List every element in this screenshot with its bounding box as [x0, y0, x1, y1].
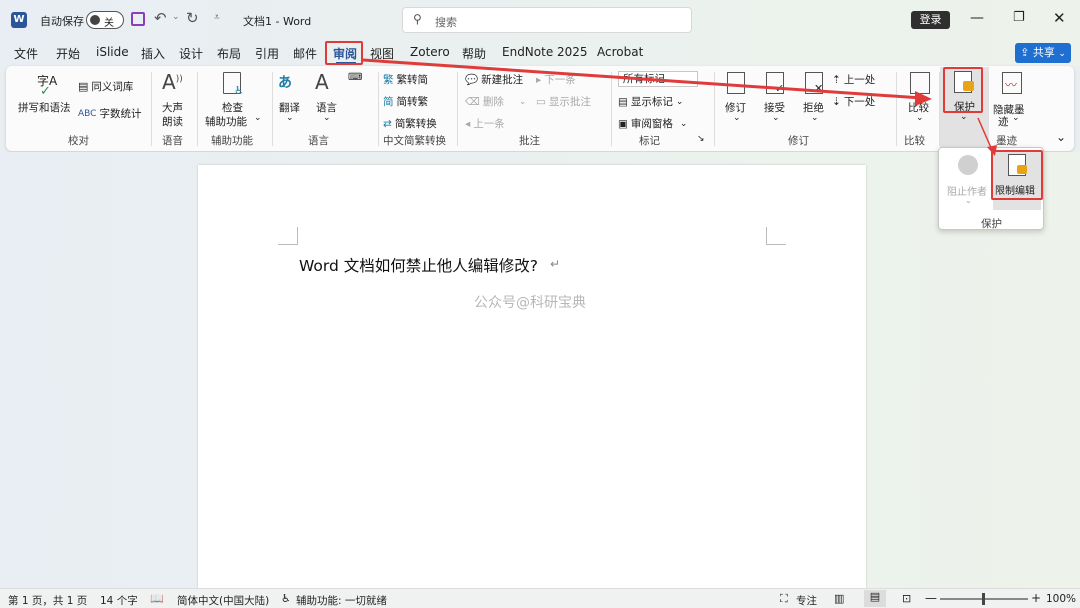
accessibility-status-icon: ♿: [281, 592, 291, 605]
arrow-protect-to-restrict: [977, 117, 993, 151]
arrow-review-to-protect: [362, 58, 923, 100]
zoom-out-icon[interactable]: —: [925, 591, 937, 605]
web-layout-icon[interactable]: ⊡: [902, 592, 911, 605]
status-zoom[interactable]: 100%: [1046, 593, 1076, 605]
status-focus[interactable]: 专注: [796, 593, 817, 608]
status-words[interactable]: 14 个字: [100, 593, 138, 608]
zoom-slider[interactable]: [940, 593, 1028, 605]
arrow-head-restrict: [987, 145, 997, 156]
annotation-arrows: [362, 58, 997, 156]
proofing-icon[interactable]: 📖: [150, 592, 164, 605]
zoom-in-icon[interactable]: +: [1031, 591, 1041, 605]
read-mode-icon[interactable]: ▥: [834, 592, 844, 605]
zoom-slider-thumb[interactable]: [982, 593, 985, 605]
status-page[interactable]: 第 1 页，共 1 页: [8, 593, 87, 608]
status-bar: 第 1 页，共 1 页 14 个字 📖 简体中文(中国大陆) ♿ 辅助功能: 一…: [0, 588, 1080, 608]
focus-icon[interactable]: ⛶: [780, 592, 788, 606]
arrow-head-protect: [915, 91, 932, 106]
status-accessibility[interactable]: 辅助功能: 一切就绪: [296, 593, 387, 608]
status-language[interactable]: 简体中文(中国大陆): [177, 593, 269, 608]
print-layout-icon[interactable]: ▤: [864, 590, 886, 607]
